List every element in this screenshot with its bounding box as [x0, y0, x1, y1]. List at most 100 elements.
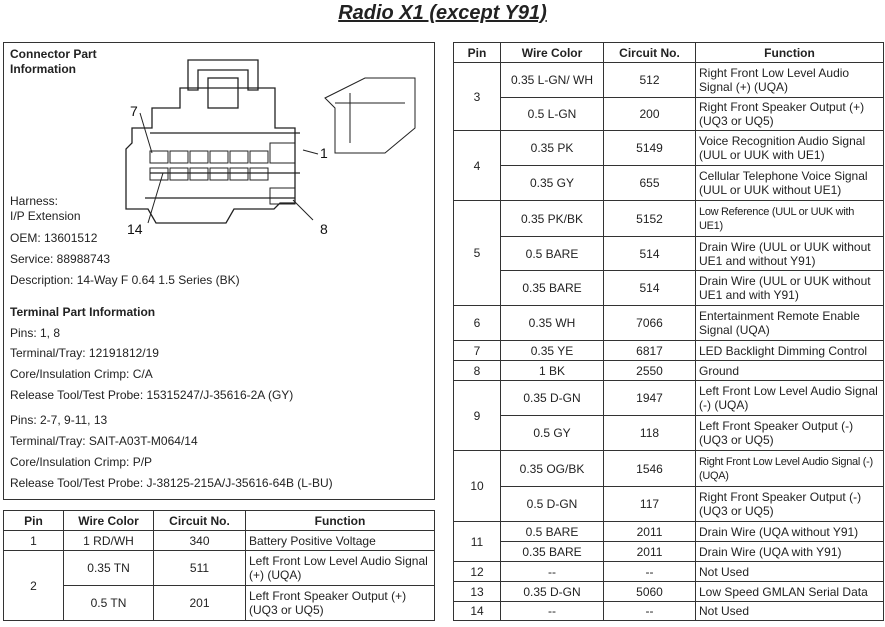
table-row: 1 1 RD/WH 340 Battery Positive Voltage — [3, 530, 435, 551]
table-row: 4 0.35 PK 5149 Voice Recognition Audio Sign… — [453, 130, 884, 201]
callout-1: 1 — [320, 145, 328, 161]
table-row: 12 -- -- Not Used — [453, 561, 884, 582]
circuit-cell: 7066 — [603, 305, 696, 341]
table-row: 81 BK 2550 Ground — [453, 360, 884, 381]
wire-color-cell: 0.35 PK/BK — [500, 200, 604, 237]
circuit-cell: 201 — [153, 585, 246, 621]
pin-cell: 3 — [453, 62, 501, 131]
function-cell: Battery Positive Voltage — [245, 530, 435, 551]
table-row: 0.5 BARE 514 Drain Wire (UUL or UUK withou… — [454, 236, 884, 271]
wire-color-cell: 0.35 D-GN — [500, 581, 604, 602]
function-cell: Drain Wire (UUL or UUK without UE1 and w… — [695, 270, 884, 306]
table-row: 0.5 TN 201 Left Front Speaker Output (+)… — [4, 585, 435, 621]
pin-cell: 13 — [453, 581, 501, 602]
terminal-crimp: Core/Insulation Crimp: C/A — [10, 367, 153, 381]
terminal-release-tool: Release Tool/Test Probe: J-38125-215A/J-… — [10, 476, 333, 490]
circuit-cell: 5060 — [603, 581, 696, 602]
pin-cell: 2 — [3, 550, 64, 621]
circuit-cell: 511 — [153, 550, 246, 586]
function-cell: Right Front Low Level Audio Signal (+) (… — [695, 62, 884, 98]
callout-8: 8 — [320, 221, 328, 237]
pin-cell: 11 — [453, 521, 501, 562]
page-title: Radio X1 (except Y91) — [338, 2, 547, 24]
connector-description: Description: 14-Way F 0.64 1.5 Series (B… — [10, 273, 240, 287]
table-row: 10 0.35 OG/BK 1546 Right Front Low Level Au… — [453, 450, 884, 522]
circuit-cell: 5149 — [603, 130, 696, 166]
header-circuit: Circuit No. — [153, 510, 246, 531]
pin-cell: 6 — [453, 305, 501, 341]
pin-cell: 14 — [453, 601, 501, 621]
wire-color-cell: 0.35 PK — [500, 130, 604, 166]
circuit-cell: 2550 — [603, 360, 696, 381]
circuit-cell: 2011 — [603, 541, 696, 562]
table-row: 14 -- -- Not Used — [453, 601, 884, 621]
pin-cell: 4 — [453, 130, 501, 201]
function-cell: Left Front Speaker Output (-) (UQ3 or UQ… — [695, 415, 884, 451]
table-header-row: Pin Wire Color Circuit No. Function — [453, 42, 884, 63]
function-cell: Right Front Speaker Output (-) (UQ3 or U… — [695, 486, 884, 522]
function-cell: Not Used — [695, 601, 884, 621]
table-row: 0.5 L-GN 200 Right Front Speaker Output (+… — [454, 97, 884, 131]
wire-color-cell: 0.35 BARE — [500, 270, 604, 306]
terminal-tray: Terminal/Tray: SAIT-A03T-M064/14 — [10, 434, 198, 448]
wire-color-cell: 0.35 BARE — [500, 541, 604, 562]
function-cell: Cellular Telephone Voice Signal (UUL or … — [695, 165, 884, 201]
circuit-cell: 655 — [603, 165, 696, 201]
header-pin: Pin — [453, 42, 501, 63]
wire-color-cell: 0.35 D-GN — [500, 380, 604, 416]
pin-cell: 5 — [453, 200, 501, 306]
table-row: 13 0.35 D-GN 5060 Low Speed GMLAN Serial Da… — [453, 581, 884, 602]
wire-color-cell: 0.35 TN — [63, 550, 154, 586]
table-row: 0.35 BARE 2011 Drain Wire (UQA with Y91) — [454, 541, 884, 562]
circuit-cell: 2011 — [603, 521, 696, 542]
table-row: 11 0.5 BARE 2011 Drain Wire (UQA without Y9… — [453, 521, 884, 562]
table-row: 5 0.35 PK/BK 5152 Low Reference (UUL or UUK… — [453, 200, 884, 306]
wire-color-cell: 0.35 L-GN/ WH — [500, 62, 604, 98]
circuit-cell: 340 — [153, 530, 246, 551]
table-row: 7 0.35 YE 6817 LED Backlight Dimming Contro… — [453, 340, 884, 361]
terminal-pins: Pins: 2-7, 9-11, 13 — [10, 413, 108, 427]
header-pin: Pin — [3, 510, 64, 531]
pin-cell: 1 — [3, 530, 64, 551]
wire-color-cell: 0.35 YE — [500, 340, 604, 361]
circuit-cell: 514 — [603, 270, 696, 306]
function-cell: Ground — [695, 360, 884, 381]
pin-cell: 7 — [453, 340, 501, 361]
wire-color-cell: -- — [500, 561, 604, 582]
wire-color-cell: 0.5 TN — [63, 585, 154, 621]
oem-number: OEM: 13601512 — [10, 231, 98, 245]
wire-color-cell: -- — [500, 601, 604, 621]
function-cell: Drain Wire (UQA without Y91) — [695, 521, 884, 542]
function-cell: Low Reference (UUL or UUK with UE1) — [695, 200, 884, 237]
circuit-cell: 514 — [603, 236, 696, 271]
function-cell: Low Speed GMLAN Serial Data — [695, 581, 884, 602]
circuit-cell: 200 — [603, 97, 696, 131]
circuit-cell: 6817 — [603, 340, 696, 361]
wire-color-cell: 0.35 GY — [500, 165, 604, 201]
pin-cell: 10 — [453, 450, 501, 522]
function-cell: Right Front Low Level Audio Signal (-) (… — [695, 450, 884, 487]
wire-color-cell: 0.5 D-GN — [500, 486, 604, 522]
wire-color-cell: 0.5 BARE — [500, 236, 604, 271]
circuit-cell: 512 — [603, 62, 696, 98]
table-row: 0.35 GY 655 Cellular Telephone Voice Signa… — [454, 165, 884, 201]
table-row: 2 0.35 TN 511 Left Front Low Level Audio… — [3, 550, 435, 621]
table-row: 6 0.35 WH 7066 Entertainment Remote Enable … — [453, 305, 884, 341]
wire-color-cell: 1 RD/WH — [63, 530, 154, 551]
function-cell: Entertainment Remote Enable Signal (UQA) — [695, 305, 884, 341]
function-cell: Left Front Low Level Audio Signal (-) (U… — [695, 380, 884, 416]
connector-face-illustration: 7 1 14 8 — [125, 59, 416, 237]
pin-cell: 12 — [453, 561, 501, 582]
circuit-cell: -- — [603, 561, 696, 582]
function-cell: LED Backlight Dimming Control — [695, 340, 884, 361]
pin-cell: 8 — [453, 360, 501, 381]
terminal-info-heading: Terminal Part Information — [10, 305, 156, 319]
wire-color-cell: 0.5 GY — [500, 415, 604, 451]
header-wire-color: Wire Color — [63, 510, 154, 531]
circuit-cell: 118 — [603, 415, 696, 451]
wire-color-cell: 1 BK — [500, 360, 604, 381]
function-cell: Drain Wire (UQA with Y91) — [695, 541, 884, 562]
function-cell: Drain Wire (UUL or UUK without UE1 and w… — [695, 236, 884, 271]
wire-color-cell: 0.35 OG/BK — [500, 450, 604, 487]
circuit-cell: 117 — [603, 486, 696, 522]
